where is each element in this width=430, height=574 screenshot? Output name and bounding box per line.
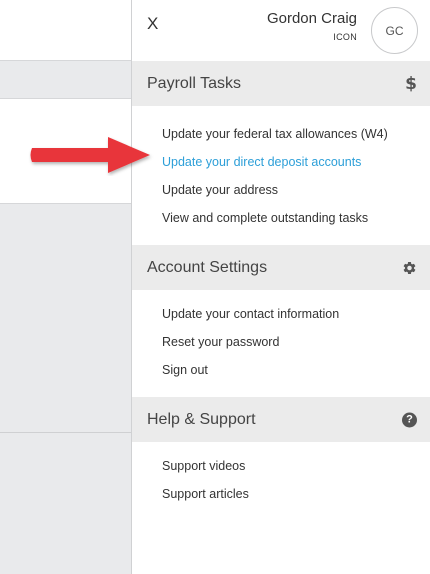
help-support-list: Support videos Support articles: [132, 442, 430, 508]
panel-header: X Gordon Craig ICON GC: [132, 0, 430, 61]
link-update-address[interactable]: Update your address: [132, 176, 430, 204]
dollar-icon: $: [405, 73, 417, 94]
section-title: Account Settings: [147, 258, 268, 276]
account-settings-list: Update your contact information Reset yo…: [132, 290, 430, 397]
gear-icon: [402, 260, 417, 275]
background-strip: [0, 61, 132, 98]
link-view-outstanding-tasks[interactable]: View and complete outstanding tasks: [132, 204, 430, 232]
link-reset-password[interactable]: Reset your password: [132, 328, 430, 356]
link-update-contact-information[interactable]: Update your contact information: [132, 300, 430, 328]
section-header-help-support: Help & Support ?: [132, 397, 430, 442]
section-header-payroll-tasks: Payroll Tasks $: [132, 61, 430, 106]
link-sign-out[interactable]: Sign out: [132, 356, 430, 384]
question-icon: ?: [402, 412, 417, 427]
user-organization: ICON: [333, 32, 357, 42]
link-update-federal-tax-allowances[interactable]: Update your federal tax allowances (W4): [132, 120, 430, 148]
close-button[interactable]: X: [147, 14, 158, 34]
link-support-articles[interactable]: Support articles: [132, 480, 430, 508]
link-update-direct-deposit-accounts[interactable]: Update your direct deposit accounts: [132, 148, 430, 176]
section-header-account-settings: Account Settings: [132, 245, 430, 290]
avatar[interactable]: GC: [371, 7, 418, 54]
user-menu-panel: X Gordon Craig ICON GC Payroll Tasks $ U…: [131, 0, 430, 574]
background-topbar: [0, 0, 132, 61]
background-page: [0, 0, 132, 574]
avatar-initials: GC: [385, 23, 404, 38]
link-support-videos[interactable]: Support videos: [132, 452, 430, 480]
section-title: Help & Support: [147, 410, 256, 428]
section-title: Payroll Tasks: [147, 74, 241, 92]
user-name: Gordon Craig: [266, 10, 357, 27]
red-arrow-annotation: [30, 137, 150, 173]
payroll-tasks-list: Update your federal tax allowances (W4) …: [132, 106, 430, 245]
background-divider: [0, 432, 132, 433]
